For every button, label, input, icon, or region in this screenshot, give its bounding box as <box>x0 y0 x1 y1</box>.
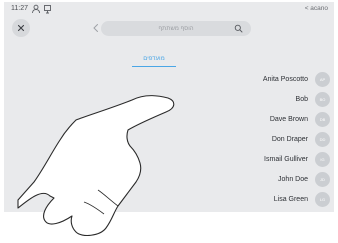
hand-gesture-illustration <box>17 95 175 237</box>
